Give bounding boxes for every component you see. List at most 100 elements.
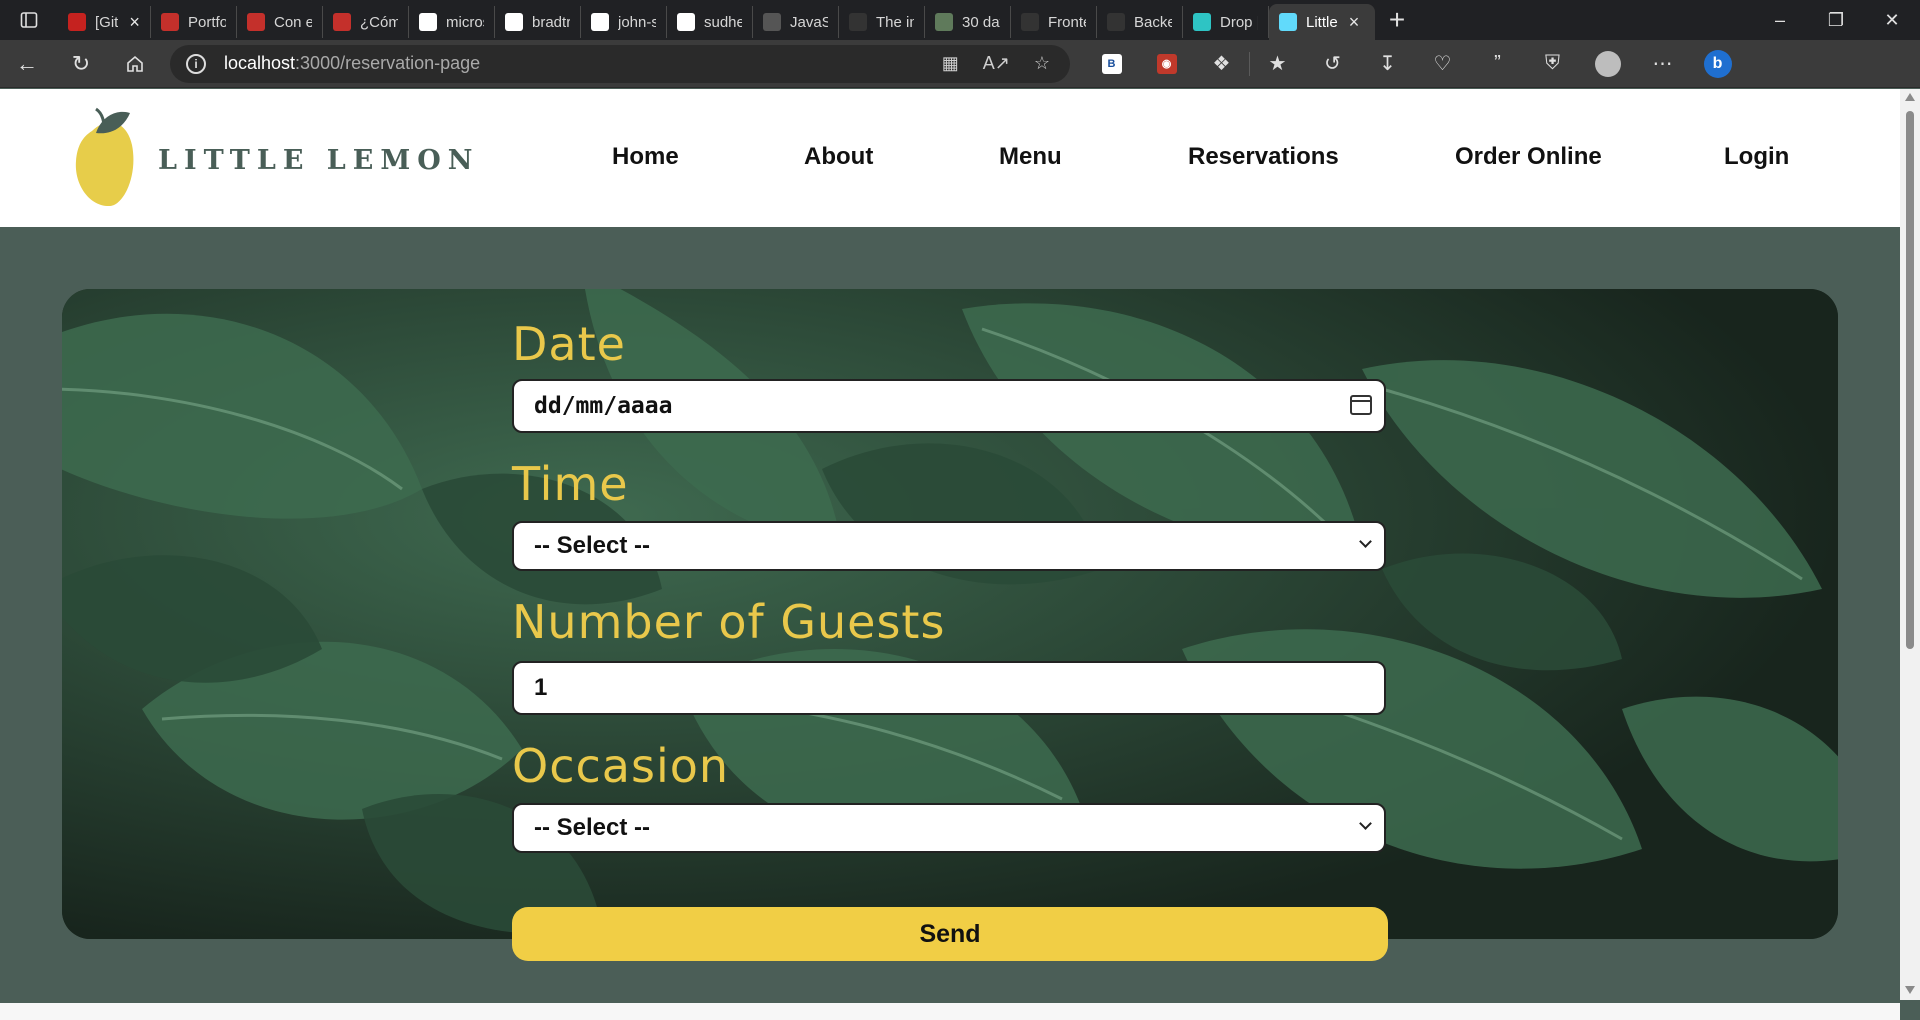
browser-tab[interactable]: JavaScrip: [753, 6, 839, 38]
scroll-up-icon[interactable]: [1905, 93, 1915, 101]
nav-menu-link[interactable]: Menu: [999, 143, 1062, 171]
window-controls: – ❐ ✕: [1752, 0, 1920, 40]
roadmap-icon: [1021, 13, 1039, 31]
favorite-star-icon[interactable]: ☆: [1034, 53, 1050, 74]
tab-label: bradtrav: [532, 13, 570, 31]
brand-name: LITTLE LEMON: [158, 145, 480, 176]
browser-tab[interactable]: sudheerj: [667, 6, 753, 38]
extension-b-icon[interactable]: B: [1084, 40, 1139, 88]
browser-tab[interactable]: [Git ×: [58, 6, 151, 38]
thirty-icon: [763, 13, 781, 31]
close-window-icon[interactable]: ✕: [1864, 0, 1920, 40]
back-icon[interactable]: ←: [0, 40, 54, 88]
youtube-icon: [247, 13, 265, 31]
history-icon[interactable]: ↺: [1305, 40, 1360, 88]
browser-tab[interactable]: Con este: [237, 6, 323, 38]
nav-home-link[interactable]: Home: [612, 143, 679, 171]
send-button[interactable]: Send: [512, 907, 1388, 961]
scroll-thumb[interactable]: [1906, 111, 1914, 649]
notion-icon: [935, 13, 953, 31]
app-available-icon[interactable]: ▦: [942, 53, 959, 74]
scroll-down-icon[interactable]: [1905, 986, 1915, 994]
tab-label: ¿Cómo c: [360, 13, 398, 31]
extension-red-icon[interactable]: ◉: [1139, 40, 1194, 88]
tab-label: 30 days c: [962, 13, 1000, 31]
nav-login-link[interactable]: Login: [1724, 143, 1789, 171]
drop-icon: [1193, 13, 1211, 31]
tab-label: Con este: [274, 13, 312, 31]
read-aloud-icon[interactable]: A↗: [983, 53, 1010, 74]
quote-icon[interactable]: ”: [1470, 40, 1525, 88]
url-path: :3000/reservation-page: [295, 53, 481, 73]
browser-tab[interactable]: ¿Cómo c: [323, 6, 409, 38]
browser-tab[interactable]: Frontend: [1011, 6, 1097, 38]
more-options-icon[interactable]: ⋯: [1635, 40, 1690, 88]
browser-tab[interactable]: microsof: [409, 6, 495, 38]
browser-tab[interactable]: john-smi: [581, 6, 667, 38]
calendar-icon[interactable]: [1350, 395, 1372, 415]
browser-tab[interactable]: 30 days c: [925, 6, 1011, 38]
close-tab-icon[interactable]: ×: [129, 12, 140, 33]
browser-tab[interactable]: Portfolio: [151, 6, 237, 38]
tab-label: sudheerj: [704, 13, 742, 31]
browser-tab[interactable]: Backend: [1097, 6, 1183, 38]
new-tab-button[interactable]: +: [1375, 0, 1419, 40]
browser-tab[interactable]: Drop | N: [1183, 6, 1269, 38]
gmail-icon: [68, 13, 86, 31]
copilot-icon[interactable]: b: [1690, 40, 1745, 88]
tab-label: JavaScrip: [790, 13, 828, 31]
tab-label: Frontend: [1048, 13, 1086, 31]
tab-label: [Git: [95, 13, 119, 31]
guests-input[interactable]: 1: [512, 661, 1386, 715]
chevron-down-icon: [1359, 817, 1372, 830]
github-icon: [419, 13, 437, 31]
site-header: LITTLE LEMON Home About Menu Reservation…: [0, 89, 1900, 227]
browser-tab[interactable]: The inter: [839, 6, 925, 38]
extensions-puzzle-icon[interactable]: ❖: [1194, 40, 1249, 88]
security-shield-icon[interactable]: ⛨: [1525, 40, 1580, 88]
date-input[interactable]: dd/mm/aaaa: [512, 379, 1386, 433]
browser-tab-strip: [Git × Portfolio Con este ¿Cómo c microsof bra…: [0, 0, 1920, 40]
close-tab-icon[interactable]: ×: [1349, 12, 1360, 33]
tab-label: Drop | N: [1220, 13, 1258, 31]
tab-label: Portfolio: [188, 13, 226, 31]
site-info-icon[interactable]: i: [186, 53, 206, 74]
tab-actions-button[interactable]: [0, 0, 58, 40]
time-label: Time: [512, 457, 629, 511]
browser-tab[interactable]: Little ×: [1269, 4, 1375, 40]
browser-tab[interactable]: bradtrav: [495, 6, 581, 38]
profile-avatar[interactable]: [1580, 40, 1635, 88]
guests-label: Number of Guests: [512, 595, 946, 649]
browser-essentials-icon[interactable]: ♡: [1415, 40, 1470, 88]
refresh-icon[interactable]: ↻: [54, 40, 108, 88]
nav-about-link[interactable]: About: [804, 143, 873, 171]
tab-label: Backend: [1134, 13, 1172, 31]
tab-label: john-smi: [618, 13, 656, 31]
date-placeholder: dd/mm/aaaa: [534, 393, 673, 419]
tab-actions-icon: [20, 12, 38, 28]
time-select[interactable]: -- Select --: [512, 521, 1386, 571]
date-label: Date: [512, 317, 626, 371]
favorites-icon[interactable]: ★: [1250, 40, 1305, 88]
udemy-icon: [849, 13, 867, 31]
downloads-icon[interactable]: ↧: [1360, 40, 1415, 88]
home-icon[interactable]: [108, 40, 162, 88]
restore-icon[interactable]: ❐: [1808, 0, 1864, 40]
nav-order-online-link[interactable]: Order Online: [1455, 143, 1602, 171]
minimize-icon[interactable]: –: [1752, 0, 1808, 40]
tab-label: microsof: [446, 13, 484, 31]
tab-label: The inter: [876, 13, 914, 31]
page-scrollbar[interactable]: [1900, 89, 1920, 1000]
react-icon: [1279, 13, 1297, 31]
occasion-label: Occasion: [512, 739, 730, 793]
occasion-select[interactable]: -- Select --: [512, 803, 1386, 853]
address-bar[interactable]: i localhost:3000/reservation-page ▦ A↗ ☆: [170, 44, 1070, 83]
roadmap-icon: [1107, 13, 1125, 31]
chevron-down-icon: [1359, 535, 1372, 548]
github-icon: [505, 13, 523, 31]
nav-reservations-link[interactable]: Reservations: [1188, 143, 1339, 171]
page-viewport: LITTLE LEMON Home About Menu Reservation…: [0, 89, 1900, 1000]
youtube-icon: [333, 13, 351, 31]
occasion-selected-value: -- Select --: [534, 814, 651, 841]
youtube-icon: [161, 13, 179, 31]
